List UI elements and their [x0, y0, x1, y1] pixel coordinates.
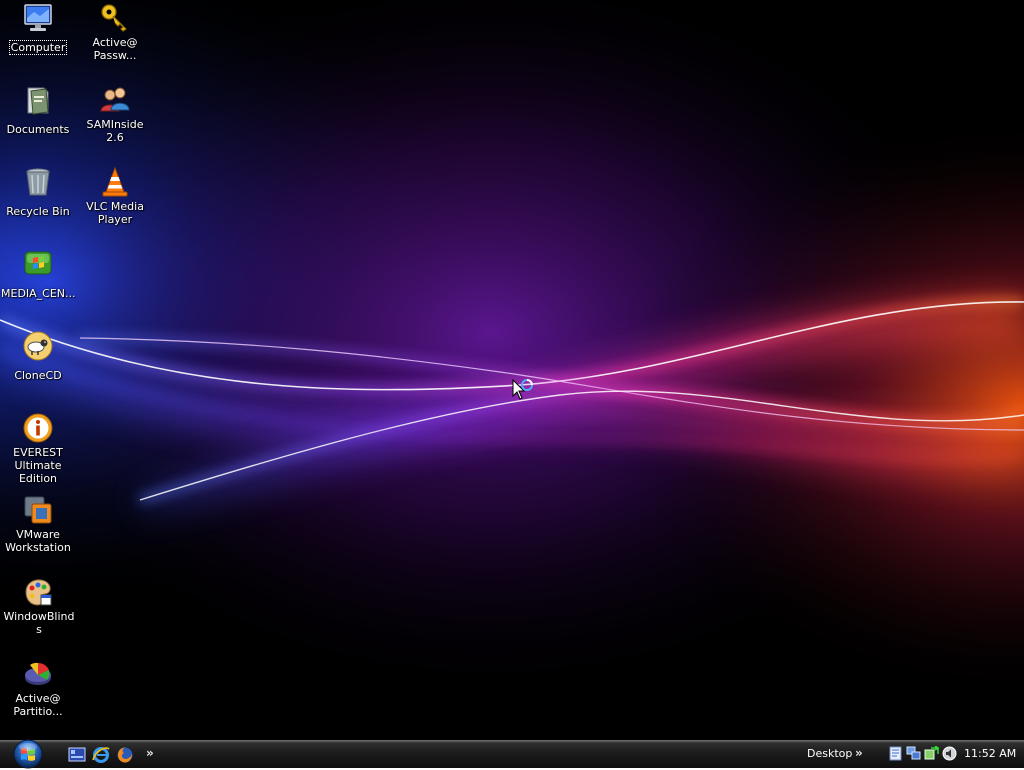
clock[interactable]: 11:52 AM — [964, 747, 1016, 761]
show-desktop-icon[interactable] — [68, 746, 86, 764]
desktop-toolbar-label[interactable]: Desktop — [807, 747, 852, 761]
documents-folder-icon — [27, 87, 49, 115]
desktop-icon-label: MEDIA_CEN... — [1, 287, 76, 300]
internet-explorer-icon[interactable] — [92, 746, 110, 764]
media-center-icon — [24, 251, 52, 275]
vmware-icon — [24, 496, 52, 524]
desktop-icon-vlc[interactable]: VLC Media Player — [77, 166, 153, 227]
users-icon — [100, 87, 130, 112]
vlc-cone-icon — [102, 166, 128, 197]
recycle-bin-icon — [26, 168, 50, 196]
windowblinds-palette-icon — [25, 579, 52, 606]
start-button[interactable] — [8, 738, 48, 770]
quick-launch-overflow-button[interactable]: » — [146, 746, 154, 760]
desktop-icon-label: Active@ Partitio... — [13, 692, 63, 718]
desktop-icon-label: VMware Workstation — [5, 528, 71, 554]
computer-icon — [24, 4, 52, 31]
everest-info-icon — [23, 413, 53, 443]
desktop-icon-label: SAMInside 2.6 — [86, 118, 144, 144]
taskbar: » Desktop » 11:52 AM — [0, 738, 1024, 770]
speaker-tray-icon[interactable] — [942, 746, 957, 761]
desktop-icon-active-partition[interactable]: Active@ Partitio... — [0, 658, 76, 719]
desktop-icon-recycle-bin[interactable]: Recycle Bin — [0, 166, 76, 219]
network-tray-icon[interactable] — [906, 746, 921, 761]
desktop-icon-saminside[interactable]: SAMInside 2.6 — [77, 84, 153, 145]
windows-orb-icon — [13, 739, 43, 769]
desktop-icon-label: Recycle Bin — [6, 205, 70, 218]
key-icon — [101, 4, 127, 32]
desktop-icon-label: VLC Media Player — [86, 200, 144, 226]
desktop-toolbar-overflow-button[interactable]: » — [855, 746, 863, 760]
desktop-icon-everest[interactable]: EVEREST Ultimate Edition — [0, 412, 76, 486]
partition-pie-icon — [25, 662, 51, 685]
desktop-icon-documents[interactable]: Documents — [0, 84, 76, 137]
desktop-icon-active-password[interactable]: Active@ Passw... — [77, 2, 153, 63]
desktop-icon-label: Computer — [8, 40, 68, 55]
sync-tray-icon[interactable] — [924, 746, 939, 761]
desktop-icon-label: Active@ Passw... — [92, 36, 138, 62]
desktop-icon-vmware[interactable]: VMware Workstation — [0, 494, 76, 555]
desktop-icon-computer[interactable]: Computer — [0, 2, 76, 55]
desktop-icon-label: Documents — [6, 123, 70, 136]
desktop-icon-clonecd[interactable]: CloneCD — [0, 330, 76, 383]
desktop[interactable]: Computer Documents Recycle Bin MEDIA_CEN… — [0, 0, 1024, 740]
clonecd-sheep-icon — [23, 331, 53, 361]
firefox-icon[interactable] — [116, 746, 134, 764]
document-tray-icon[interactable] — [888, 746, 903, 761]
desktop-icon-label: EVEREST Ultimate Edition — [13, 446, 63, 485]
wallpaper — [0, 0, 1024, 740]
desktop-icon-windowblinds[interactable]: WindowBlinds — [0, 576, 76, 637]
desktop-icon-media-center[interactable]: MEDIA_CEN... — [0, 248, 76, 301]
desktop-icon-label: WindowBlinds — [3, 610, 75, 636]
desktop-icon-label: CloneCD — [14, 369, 62, 382]
busy-cursor-icon — [512, 378, 533, 400]
